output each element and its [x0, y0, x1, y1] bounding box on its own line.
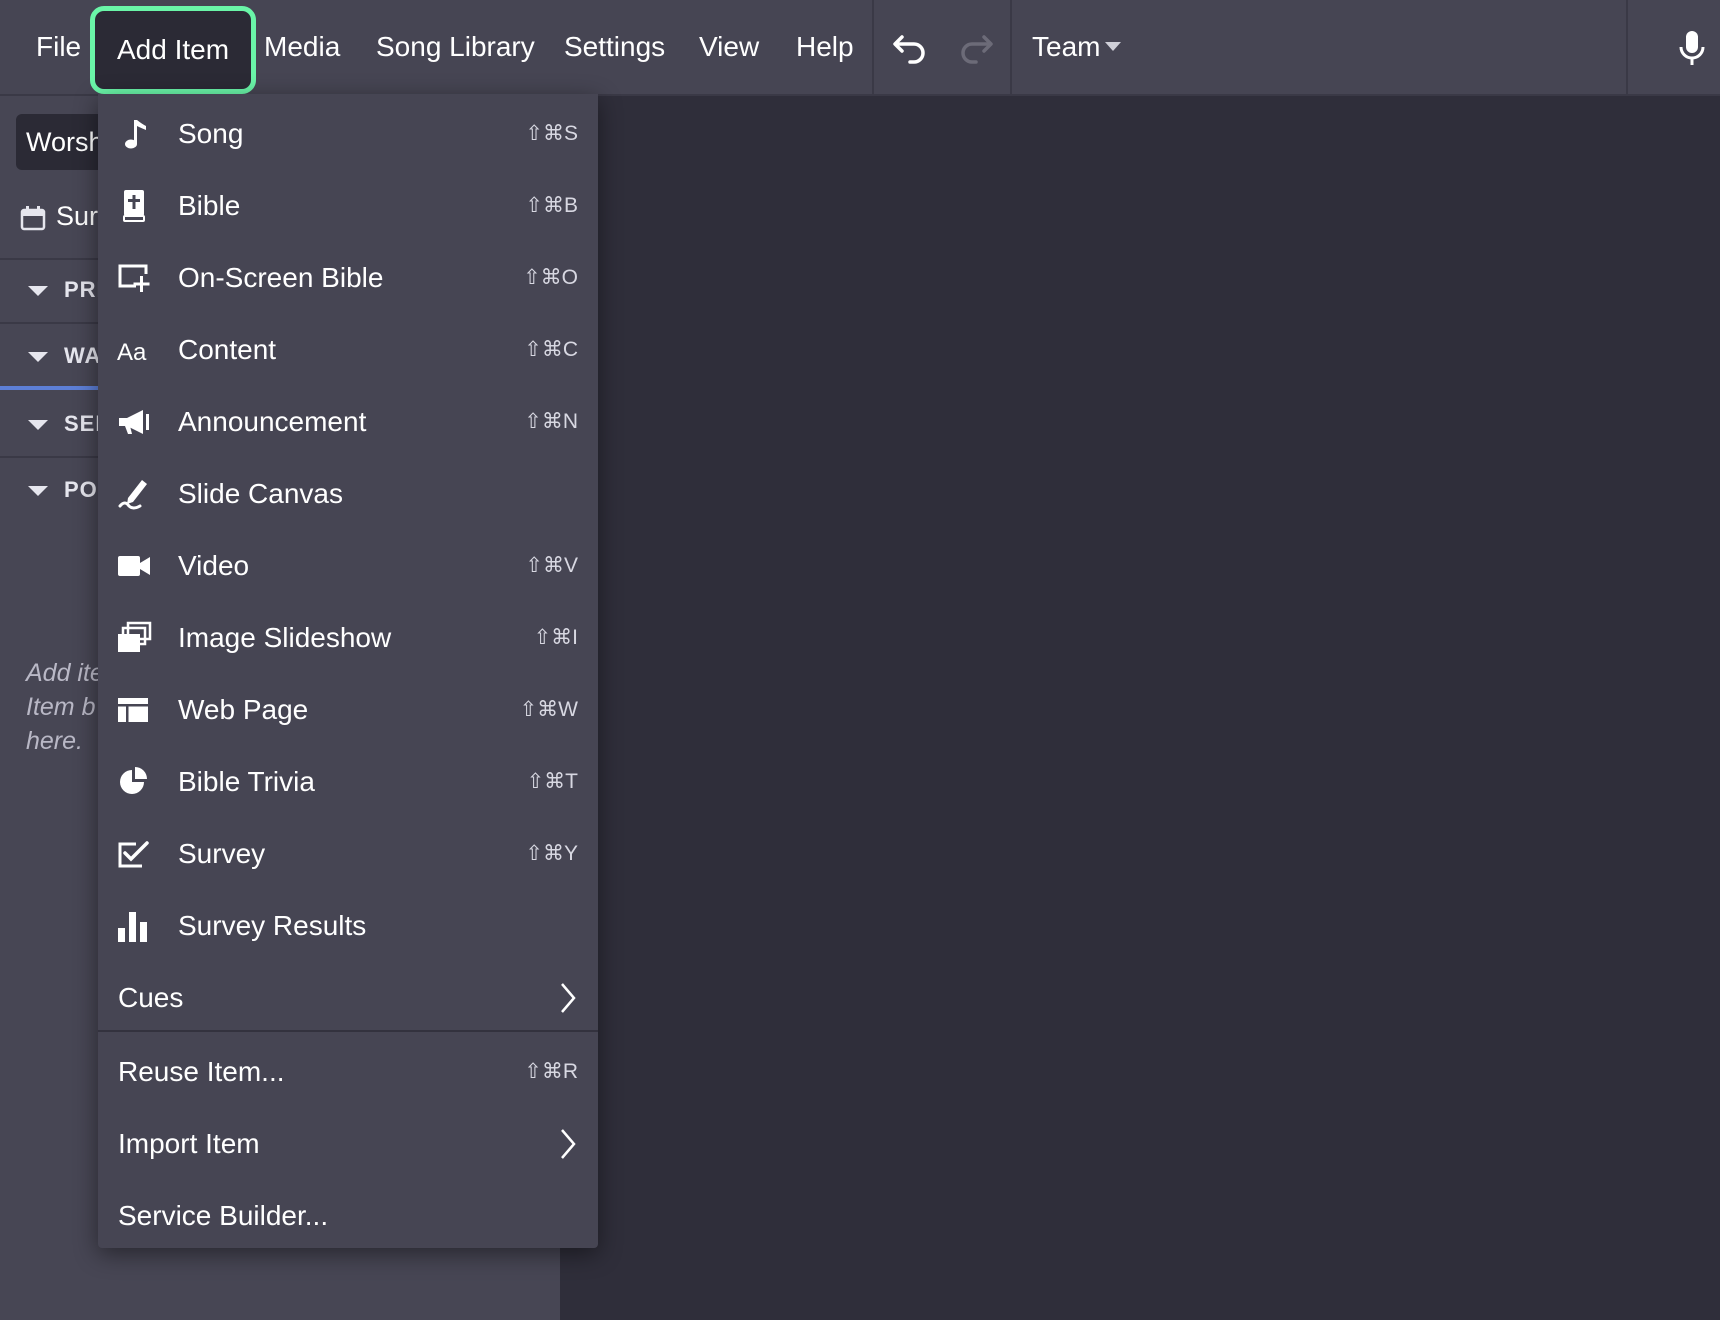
web-page-icon	[118, 698, 148, 722]
menu-help[interactable]: Help	[796, 0, 854, 94]
menu-item-label: Cues	[118, 982, 184, 1013]
section-header-worship[interactable]: WA	[28, 336, 101, 376]
menu-item-on-screen-bible[interactable]: On-Screen Bible ⇧⌘O	[98, 242, 598, 314]
menu-item-label: Song	[178, 118, 244, 149]
app-window: Worsh Sur PRI WA SEF POS Add ite Item b …	[0, 0, 1720, 1320]
service-date[interactable]: Sur	[20, 196, 98, 236]
menu-item-web-page[interactable]: Web Page ⇧⌘W	[98, 674, 598, 746]
menu-divider	[98, 1030, 598, 1032]
microphone-icon[interactable]	[1672, 28, 1712, 68]
menu-item-survey[interactable]: Survey ⇧⌘Y	[98, 818, 598, 890]
text-aa-icon: Aa	[117, 339, 147, 366]
menu-item-label: Bible Trivia	[178, 766, 315, 797]
shortcut-hint: ⇧⌘R	[524, 1060, 578, 1083]
menubar-separator	[1010, 0, 1012, 94]
collapse-caret-icon	[28, 486, 48, 497]
menu-item-song[interactable]: Song ⇧⌘S	[98, 98, 598, 170]
menu-item-label: Slide Canvas	[178, 478, 343, 509]
shortcut-hint: ⇧⌘C	[524, 338, 578, 361]
team-caret-icon	[1105, 42, 1121, 51]
menu-item-bible-trivia[interactable]: Bible Trivia ⇧⌘T	[98, 746, 598, 818]
menu-item-video[interactable]: Video ⇧⌘V	[98, 530, 598, 602]
menubar-separator	[1626, 0, 1628, 94]
menu-item-announcement[interactable]: Announcement ⇧⌘N	[98, 386, 598, 458]
bar-chart-icon	[118, 912, 147, 942]
menu-item-label: Announcement	[178, 406, 367, 437]
megaphone-icon	[119, 410, 149, 434]
menu-media[interactable]: Media	[264, 0, 340, 94]
shortcut-hint: ⇧⌘Y	[525, 842, 578, 865]
menu-item-reuse-item[interactable]: Reuse Item... ⇧⌘R	[98, 1036, 598, 1108]
screen-add-icon	[118, 264, 150, 292]
section-header-pre[interactable]: PRI	[28, 270, 104, 310]
shortcut-hint: ⇧⌘W	[519, 698, 578, 721]
bible-icon	[123, 190, 145, 222]
shortcut-hint: ⇧⌘N	[524, 410, 578, 433]
shortcut-hint: ⇧⌘S	[525, 122, 578, 145]
pie-chart-icon	[120, 767, 147, 794]
survey-check-icon	[118, 841, 149, 868]
shortcut-hint: ⇧⌘O	[523, 266, 578, 289]
menu-file[interactable]: File	[36, 0, 81, 94]
add-item-dropdown: Song ⇧⌘S Bible ⇧⌘B On-Screen Bible ⇧⌘O A…	[98, 94, 598, 1248]
collapse-caret-icon	[28, 420, 48, 431]
menu-item-label: Image Slideshow	[178, 622, 392, 653]
menubar-separator	[872, 0, 874, 94]
menu-item-label: Service Builder...	[118, 1200, 329, 1231]
menu-item-slide-canvas[interactable]: Slide Canvas	[98, 458, 598, 530]
music-note-icon	[125, 120, 146, 149]
chevron-right-icon	[561, 983, 576, 1013]
svg-text:Aa: Aa	[117, 339, 147, 366]
shortcut-hint: ⇧⌘V	[525, 554, 578, 577]
menu-song-library[interactable]: Song Library	[376, 0, 535, 94]
menu-item-label: Content	[178, 334, 277, 365]
collapse-caret-icon	[28, 286, 48, 297]
menu-item-image-slideshow[interactable]: Image Slideshow ⇧⌘I	[98, 602, 598, 674]
video-camera-icon	[118, 556, 150, 576]
menu-item-label: Web Page	[178, 694, 309, 725]
menu-item-label: On-Screen Bible	[178, 262, 384, 293]
menu-item-service-builder[interactable]: Service Builder...	[98, 1180, 598, 1252]
calendar-icon	[20, 205, 46, 231]
menu-item-label: Survey	[178, 838, 266, 869]
shortcut-hint: ⇧⌘T	[526, 770, 578, 793]
menu-item-label: Bible	[178, 190, 241, 221]
shortcut-hint: ⇧⌘I	[533, 626, 578, 649]
section-label: WA	[64, 343, 102, 368]
menu-add-item[interactable]: Add Item	[90, 6, 257, 94]
menu-item-content[interactable]: Aa Content ⇧⌘C	[98, 314, 598, 386]
menu-view[interactable]: View	[699, 0, 759, 94]
menu-item-label: Video	[178, 550, 250, 581]
menu-team[interactable]: Team	[1032, 0, 1100, 94]
menu-item-label: Survey Results	[178, 910, 367, 941]
menu-item-import-item[interactable]: Import Item	[98, 1108, 598, 1180]
shortcut-hint: ⇧⌘B	[525, 194, 578, 217]
menu-item-label: Reuse Item...	[118, 1056, 285, 1087]
chevron-right-icon	[561, 1129, 576, 1159]
menu-item-survey-results[interactable]: Survey Results	[98, 890, 598, 962]
image-stack-icon	[118, 621, 152, 652]
menu-item-bible[interactable]: Bible ⇧⌘B	[98, 170, 598, 242]
menu-bar: File Add Item Media Song Library Setting…	[0, 0, 1720, 96]
undo-icon[interactable]	[888, 28, 928, 68]
menu-item-cues[interactable]: Cues	[98, 962, 598, 1034]
service-date-label: Sur	[56, 201, 99, 231]
menu-settings[interactable]: Settings	[564, 0, 665, 94]
redo-icon[interactable]	[958, 28, 998, 68]
collapse-caret-icon	[28, 352, 48, 363]
menu-item-label: Import Item	[118, 1128, 260, 1159]
pen-icon	[118, 480, 147, 510]
